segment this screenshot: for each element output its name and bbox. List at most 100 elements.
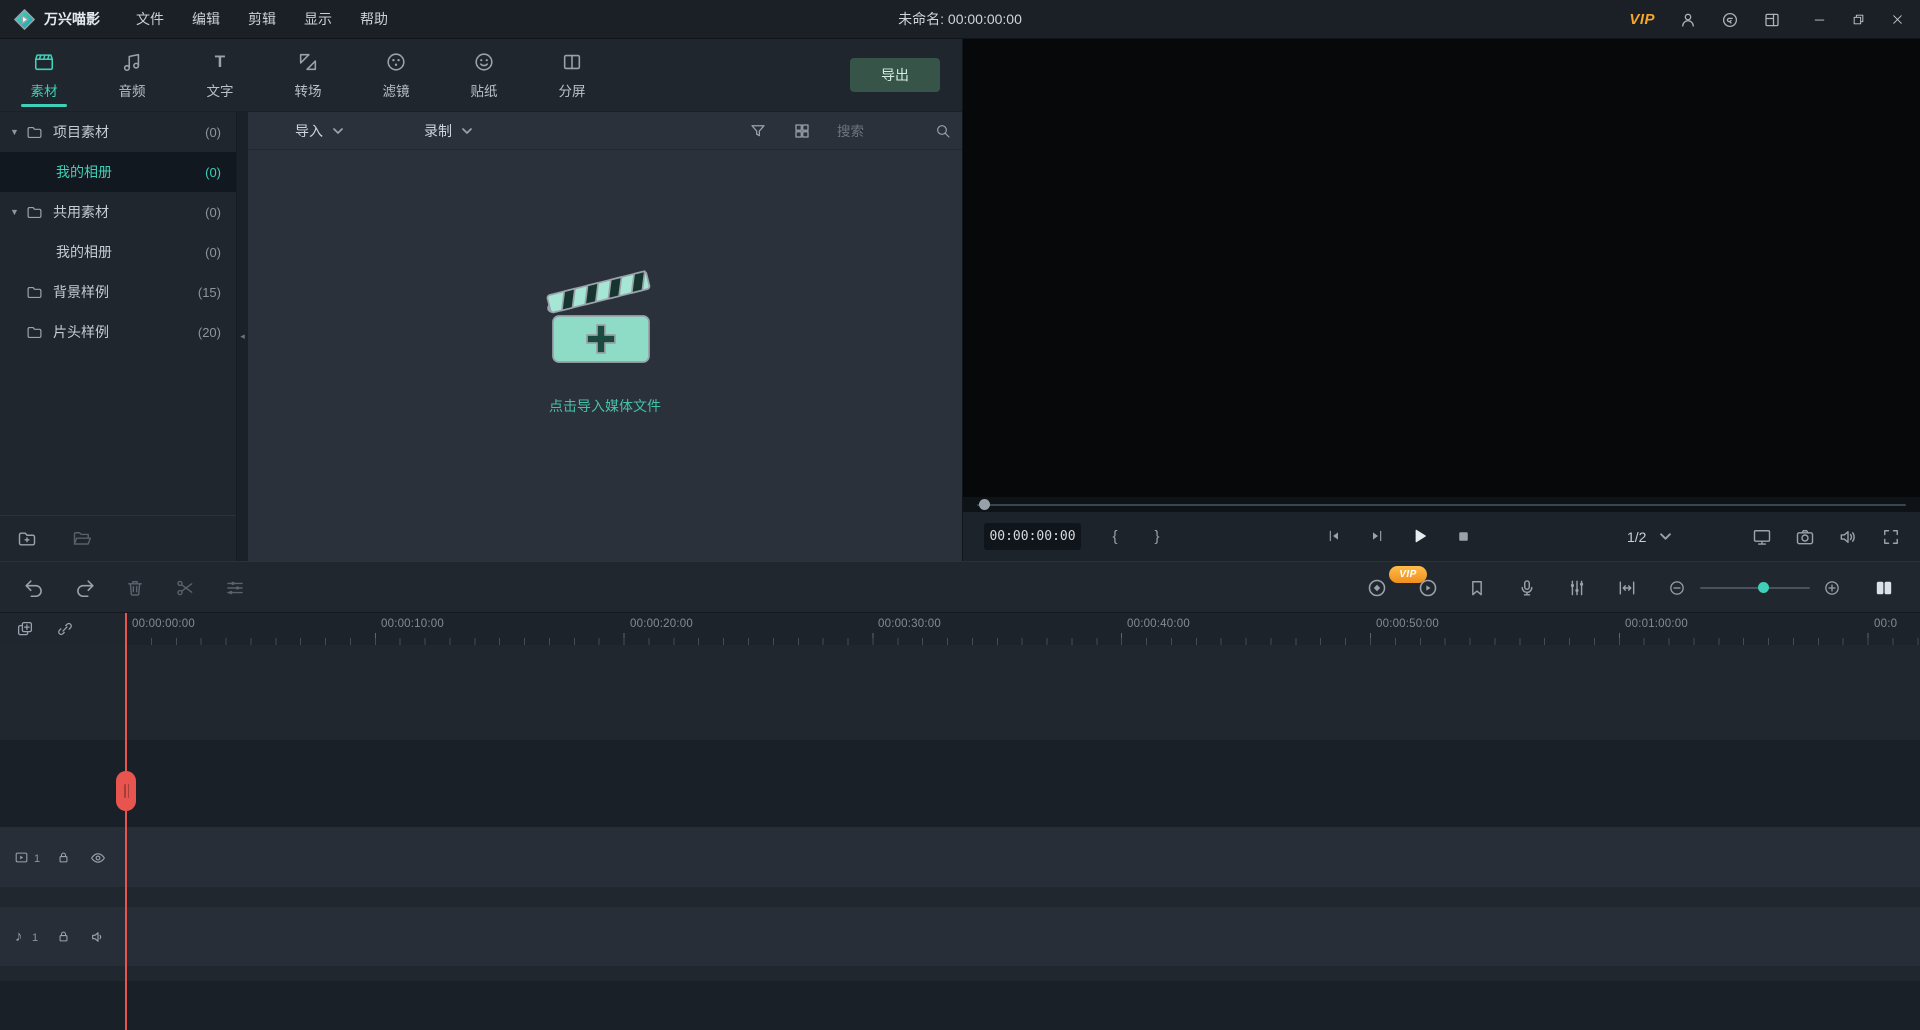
split-screen-icon — [561, 51, 583, 73]
zoom-out-button[interactable] — [1668, 579, 1686, 597]
next-frame-button[interactable] — [1369, 528, 1385, 544]
record-dropdown[interactable]: 录制 — [424, 112, 472, 150]
delete-button[interactable] — [125, 578, 145, 598]
folder-icon — [26, 284, 43, 301]
tab-stickers[interactable]: 贴纸 — [440, 39, 528, 111]
media-tab-bar: 素材 音频 T 文字 转场 滤镜 贴纸 — [0, 39, 962, 112]
account-icon[interactable] — [1679, 11, 1697, 29]
bookmark-icon — [1467, 578, 1487, 598]
zoom-slider[interactable] — [1700, 580, 1810, 596]
disclosure-icon[interactable]: ▼ — [10, 207, 26, 217]
manage-tracks-button[interactable] — [16, 620, 34, 638]
restore-button[interactable] — [1852, 13, 1865, 26]
search-icon[interactable] — [935, 123, 951, 139]
video-track-lock-button[interactable] — [56, 850, 71, 865]
scissors-icon — [175, 578, 195, 598]
playhead-handle[interactable] — [116, 771, 136, 811]
seek-bar[interactable] — [963, 497, 1920, 512]
sidebar-item-shared-media[interactable]: ▼ 共用素材 (0) — [0, 192, 236, 232]
seek-handle[interactable] — [979, 499, 990, 510]
workspace-layout-icon[interactable] — [1763, 11, 1781, 29]
playback-quality-dropdown[interactable]: 1/2 — [1627, 512, 1671, 561]
minimize-button[interactable] — [1813, 13, 1826, 26]
import-dropdown[interactable]: 导入 — [295, 112, 343, 150]
timeline-ruler[interactable]: 00:00:00:00 00:00:10:00 00:00:20:00 00:0… — [0, 613, 1920, 645]
sidebar-item-my-album-2[interactable]: 我的相册 (0) — [0, 232, 236, 272]
panel-collapse-handle[interactable]: ◂ — [237, 112, 248, 561]
ruler-label: 00:00:00:00 — [132, 618, 195, 630]
redo-button[interactable] — [74, 577, 96, 599]
search-input[interactable] — [837, 124, 927, 139]
zoom-slider-thumb[interactable] — [1758, 582, 1769, 593]
sidebar-item-count: (0) — [205, 165, 221, 180]
tab-filters[interactable]: 滤镜 — [352, 39, 440, 111]
tab-transitions[interactable]: 转场 — [264, 39, 352, 111]
sidebar-item-intro-samples[interactable]: 片头样例 (20) — [0, 312, 236, 352]
play-button[interactable] — [1411, 527, 1429, 545]
edit-toolbar: VIP — [0, 561, 1920, 613]
playhead[interactable] — [125, 613, 127, 1030]
adjust-button[interactable] — [225, 578, 245, 598]
ripple-edit-button[interactable] — [1617, 578, 1637, 598]
split-button[interactable] — [175, 578, 195, 598]
sidebar-item-background-samples[interactable]: 背景样例 (15) — [0, 272, 236, 312]
panel-layout-button[interactable] — [1873, 577, 1895, 599]
zoom-in-button[interactable] — [1823, 579, 1841, 597]
chevron-left-icon: ◂ — [240, 331, 245, 342]
monitor-icon — [1752, 527, 1772, 547]
view-mode-button[interactable] — [793, 122, 811, 140]
search-box[interactable] — [833, 118, 955, 144]
sidebar-item-label: 我的相册 — [56, 242, 112, 262]
voiceover-button[interactable] — [1517, 578, 1537, 598]
filter-button[interactable] — [749, 122, 767, 140]
tab-audio[interactable]: 音频 — [88, 39, 176, 111]
disclosure-icon[interactable]: ▼ — [10, 127, 26, 137]
toolbar-vip-badge: VIP — [1389, 566, 1427, 583]
ruler-track[interactable]: 00:00:00:00 00:00:10:00 00:00:20:00 00:0… — [126, 613, 1920, 645]
stop-button[interactable] — [1457, 530, 1470, 543]
window-title: 未命名: 00:00:00:00 — [898, 9, 1022, 29]
audio-track-lock-button[interactable] — [56, 929, 71, 944]
tab-text[interactable]: T 文字 — [176, 39, 264, 111]
quality-value: 1/2 — [1627, 529, 1646, 545]
undo-button[interactable] — [23, 577, 45, 599]
new-folder-button[interactable] — [17, 529, 37, 549]
fullscreen-button[interactable] — [1881, 527, 1901, 547]
volume-button[interactable] — [1838, 527, 1858, 547]
vip-badge[interactable]: VIP — [1629, 11, 1655, 28]
display-device-button[interactable] — [1752, 527, 1772, 547]
video-track-visibility-button[interactable] — [90, 850, 106, 866]
media-sidebar: ▼ 项目素材 (0) 我的相册 (0) ▼ 共用素材 (0) 我的相册 (0) … — [0, 112, 237, 561]
menu-item-edit[interactable]: 编辑 — [178, 0, 234, 38]
menu-item-clip[interactable]: 剪辑 — [234, 0, 290, 38]
audio-track-mute-button[interactable] — [90, 929, 106, 945]
ruler-label: 00:00:30:00 — [878, 618, 941, 630]
link-button[interactable] — [56, 620, 74, 638]
import-media-dropzone[interactable]: 点击导入媒体文件 — [248, 264, 962, 416]
export-button[interactable]: 导出 — [850, 58, 940, 92]
mark-in-button[interactable]: { — [1107, 512, 1123, 561]
keyframe-button[interactable] — [1366, 577, 1388, 599]
video-track-row[interactable] — [0, 827, 1920, 887]
menu-item-file[interactable]: 文件 — [122, 0, 178, 38]
delete-folder-icon[interactable] — [72, 529, 92, 549]
seek-track[interactable] — [977, 504, 1906, 506]
audio-track-row[interactable] — [0, 907, 1920, 966]
snapshot-button[interactable] — [1795, 527, 1815, 547]
mixer-button[interactable] — [1567, 578, 1587, 598]
chevron-down-icon — [333, 128, 343, 134]
feedback-icon[interactable] — [1721, 11, 1739, 29]
menu-item-help[interactable]: 帮助 — [346, 0, 402, 38]
mark-out-button[interactable]: } — [1149, 512, 1165, 561]
sidebar-item-my-album[interactable]: 我的相册 (0) — [0, 152, 236, 192]
prev-frame-button[interactable] — [1326, 528, 1342, 544]
sidebar-footer — [0, 515, 236, 561]
menu-item-view[interactable]: 显示 — [290, 0, 346, 38]
sidebar-item-project-media[interactable]: ▼ 项目素材 (0) — [0, 112, 236, 152]
tab-splitscreen[interactable]: 分屏 — [528, 39, 616, 111]
zoom-slider-track[interactable] — [1700, 587, 1810, 589]
tab-media[interactable]: 素材 — [0, 39, 88, 111]
marker-button[interactable] — [1467, 578, 1487, 598]
close-button[interactable] — [1891, 13, 1904, 26]
redo-icon — [74, 577, 96, 599]
